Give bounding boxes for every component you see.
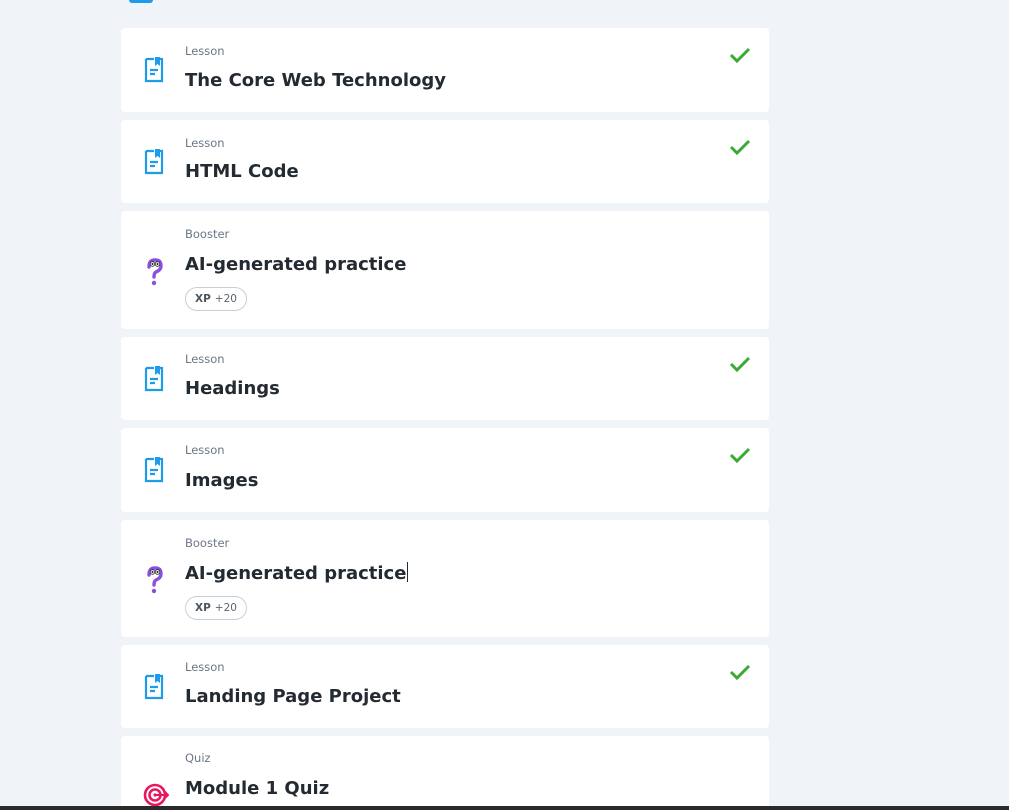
item-type: Booster xyxy=(185,536,230,550)
item-title[interactable]: HTML Code xyxy=(185,161,299,182)
checkmark-icon xyxy=(729,356,751,373)
checkmark-icon xyxy=(729,47,751,64)
lesson-card[interactable]: Lesson Headings xyxy=(121,337,769,420)
window-bottom-edge xyxy=(0,806,1009,810)
item-type: Quiz xyxy=(185,751,211,765)
item-type: Lesson xyxy=(185,44,225,58)
lesson-card[interactable]: Lesson Images xyxy=(121,428,769,512)
xp-badge: XP +20 xyxy=(185,596,247,620)
item-title[interactable]: Module 1 Quiz xyxy=(185,778,329,799)
lesson-document-icon xyxy=(144,57,164,83)
text-cursor xyxy=(407,562,409,582)
lesson-card[interactable]: Lesson The Core Web Technology xyxy=(121,28,769,112)
item-title[interactable]: The Core Web Technology xyxy=(185,70,446,91)
item-type: Booster xyxy=(185,227,230,241)
checkmark-icon xyxy=(729,664,751,681)
question-mascot-icon xyxy=(147,258,163,286)
section-icon xyxy=(129,0,153,3)
item-type: Lesson xyxy=(185,443,225,457)
checkmark-icon xyxy=(729,139,751,156)
item-title[interactable]: Landing Page Project xyxy=(185,686,401,707)
lesson-document-icon xyxy=(144,457,164,483)
booster-card[interactable]: Booster AI-generated practice XP +20 xyxy=(121,520,769,637)
item-type: Lesson xyxy=(185,352,225,366)
xp-value: +20 xyxy=(214,602,237,614)
item-title[interactable]: Headings xyxy=(185,378,280,399)
xp-label: XP xyxy=(195,602,211,614)
xp-label: XP xyxy=(195,293,211,305)
quiz-card[interactable]: Quiz Module 1 Quiz xyxy=(121,736,769,810)
question-mascot-icon xyxy=(147,566,163,594)
lesson-document-icon xyxy=(144,366,164,392)
lesson-card[interactable]: Lesson Landing Page Project xyxy=(121,645,769,728)
lesson-document-icon xyxy=(144,674,164,700)
lesson-document-icon xyxy=(144,149,164,175)
item-title-text: AI-generated practice xyxy=(185,563,407,584)
item-type: Lesson xyxy=(185,660,225,674)
lesson-card[interactable]: Lesson HTML Code xyxy=(121,120,769,203)
booster-card[interactable]: Booster AI-generated practice XP +20 xyxy=(121,211,769,329)
item-title[interactable]: Images xyxy=(185,470,258,491)
checkmark-icon xyxy=(729,447,751,464)
xp-badge: XP +20 xyxy=(185,287,247,311)
item-title[interactable]: AI-generated practice xyxy=(185,254,406,275)
item-type: Lesson xyxy=(185,136,225,150)
target-icon xyxy=(143,783,169,807)
xp-value: +20 xyxy=(214,293,237,305)
item-title[interactable]: AI-generated practice xyxy=(185,562,409,584)
